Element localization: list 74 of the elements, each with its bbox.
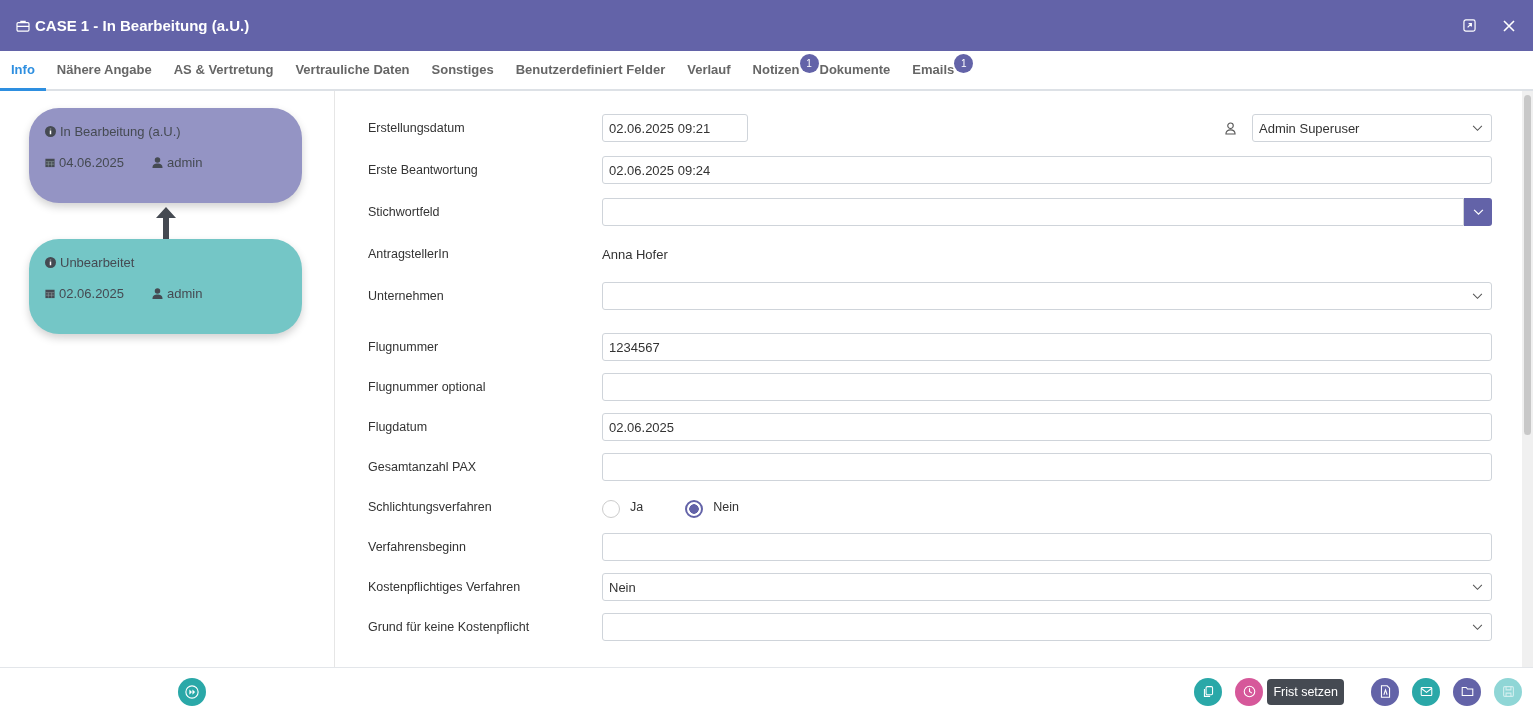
tab[interactable]: Nähere Angabe: [45, 51, 163, 91]
pdf-button[interactable]: [1371, 677, 1399, 706]
date-input[interactable]: 02.06.2025 09:21: [602, 114, 748, 142]
field-label: Unternehmen: [368, 289, 445, 303]
status-date: 04.06.2025: [59, 155, 125, 170]
tab[interactable]: Sonstiges: [420, 51, 505, 91]
status-label: In Bearbeitung (a.U.): [60, 124, 181, 139]
input-field[interactable]: [602, 453, 1492, 481]
status-date: 02.06.2025: [59, 286, 125, 301]
window-title: CASE 1 - In Bearbeitung (a.U.): [35, 17, 250, 34]
tab[interactable]: Dokumente: [818, 51, 902, 91]
clock-button[interactable]: [1235, 677, 1264, 706]
copy-button[interactable]: [1194, 677, 1223, 706]
tab[interactable]: AS & Vertretung: [162, 51, 285, 91]
field-label: Kostenpflichtiges Verfahren: [368, 580, 522, 594]
tooltip: Frist setzen: [1267, 678, 1344, 705]
info-icon: [45, 257, 56, 268]
field-label: Schlichtungsverfahren: [368, 500, 493, 514]
radio-label: Nein: [713, 500, 739, 514]
dropdown-button[interactable]: [1464, 198, 1492, 226]
select-field[interactable]: Nein: [602, 573, 1492, 601]
calendar-icon: [45, 157, 55, 168]
tab[interactable]: Emails: [901, 51, 955, 91]
chevron-down-icon: [1472, 583, 1483, 591]
mail-button[interactable]: [1412, 677, 1440, 706]
count-badge: 1: [799, 54, 819, 73]
tab[interactable]: Info: [0, 51, 46, 91]
field-label: Flugnummer optional: [368, 380, 487, 394]
field-label: Grund für keine Kostenpflicht: [368, 620, 531, 634]
radio-button[interactable]: [685, 500, 704, 518]
select-field[interactable]: [602, 613, 1492, 641]
field-value: Anna Hofer: [602, 246, 668, 262]
tab[interactable]: Verlauf: [676, 51, 742, 91]
briefcase-icon: [16, 19, 30, 32]
info-icon: [45, 126, 56, 137]
chevron-down-icon: [1472, 208, 1484, 216]
field-label: Flugdatum: [368, 420, 429, 434]
tab[interactable]: Notizen: [741, 51, 800, 91]
chevron-down-icon: [1472, 292, 1483, 300]
expand-icon[interactable]: [1463, 19, 1476, 32]
input-field[interactable]: 02.06.2025 09:24: [602, 156, 1492, 184]
tab[interactable]: Benutzerdefiniert Felder: [504, 51, 677, 91]
calendar-icon: [45, 288, 55, 299]
close-icon[interactable]: [1503, 19, 1515, 32]
status-user: admin: [167, 286, 203, 301]
chevron-down-icon: [1472, 623, 1483, 631]
status-label: Unbearbeitet: [60, 255, 135, 270]
up-arrow-icon: [153, 205, 178, 241]
input-field[interactable]: [602, 373, 1492, 401]
tab[interactable]: Vertrauliche Daten: [284, 51, 421, 91]
user-icon: [152, 157, 164, 168]
input-field[interactable]: [602, 198, 1464, 226]
folder-button[interactable]: [1453, 677, 1481, 706]
user-icon: [152, 288, 164, 299]
user-icon: [1225, 121, 1236, 135]
input-field[interactable]: 02.06.2025: [602, 413, 1492, 441]
scrollbar[interactable]: [1522, 91, 1533, 667]
chevron-down-icon: [1472, 124, 1483, 132]
input-field[interactable]: [602, 533, 1492, 561]
forward-button[interactable]: [178, 677, 206, 706]
field-label: AntragstellerIn: [368, 247, 450, 261]
input-field[interactable]: 1234567: [602, 333, 1492, 361]
field-label: Stichwortfeld: [368, 205, 441, 219]
field-label: Gesamtanzahl PAX: [368, 460, 478, 474]
field-label: Erstellungsdatum: [368, 121, 466, 135]
field-label: Erste Beantwortung: [368, 163, 479, 177]
field-label: Flugnummer: [368, 340, 440, 354]
count-badge: 1: [954, 54, 974, 73]
radio-label: Ja: [630, 500, 644, 514]
fast-forward-icon: [185, 684, 199, 699]
field-label: Verfahrensbeginn: [368, 540, 467, 554]
select-field[interactable]: [602, 282, 1492, 310]
status-user: admin: [167, 155, 203, 170]
assignee-select[interactable]: Admin Superuser: [1252, 114, 1492, 142]
